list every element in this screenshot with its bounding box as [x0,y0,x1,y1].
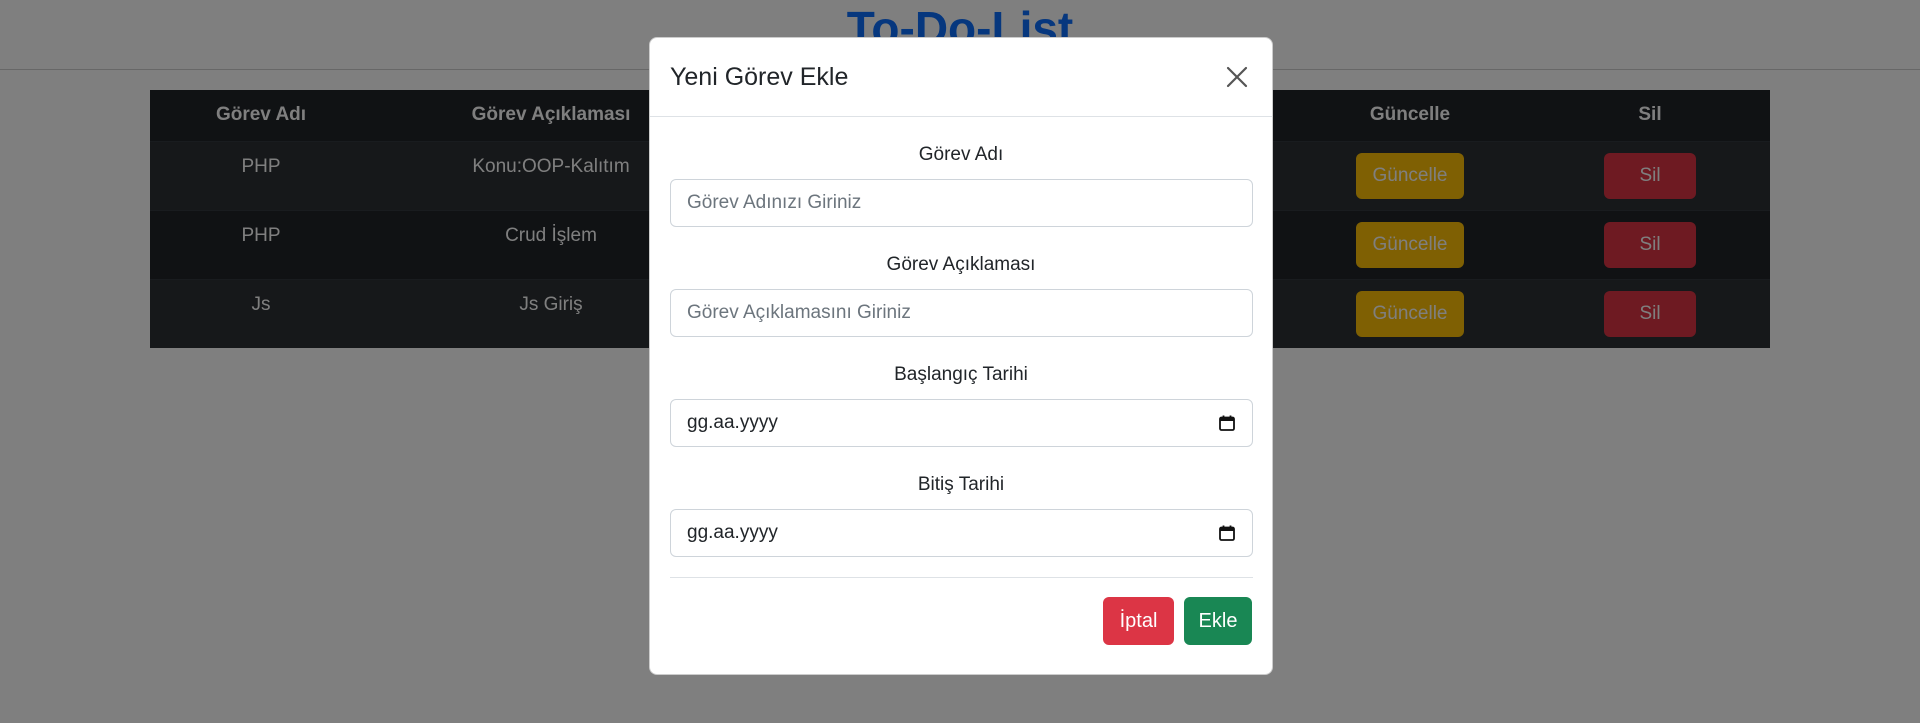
task-name-placeholder: Görev Adınızı Giriniz [687,192,862,213]
task-description-input[interactable]: Görev Açıklamasını Giriniz [670,289,1253,337]
task-name-group: Görev Adı Görev Adınızı Giriniz [670,144,1253,227]
add-button[interactable]: Ekle [1184,597,1252,645]
add-task-modal: Yeni Görev Ekle Görev Adı Görev Adınızı … [649,37,1273,675]
start-date-group: Başlangıç Tarihi gg.aa.yyyy [670,364,1253,447]
form-divider [670,577,1253,578]
calendar-icon[interactable] [1218,524,1236,542]
close-icon [1226,66,1248,88]
end-date-label: Bitiş Tarihi [917,474,1005,495]
start-date-input[interactable]: gg.aa.yyyy [670,399,1253,447]
cancel-button[interactable]: İptal [1103,597,1174,645]
task-description-placeholder: Görev Açıklamasını Giriniz [687,302,911,323]
end-date-group: Bitiş Tarihi gg.aa.yyyy [670,474,1253,557]
end-date-value: gg.aa.yyyy [687,522,778,543]
modal-footer: İptal Ekle [650,597,1272,645]
task-description-group: Görev Açıklaması Görev Açıklamasını Giri… [670,254,1253,337]
start-date-value: gg.aa.yyyy [687,412,778,433]
task-name-input[interactable]: Görev Adınızı Giriniz [670,179,1253,227]
start-date-label: Başlangıç Tarihi [894,364,1028,385]
calendar-icon[interactable] [1218,414,1236,432]
modal-title: Yeni Görev Ekle [670,62,849,91]
end-date-input[interactable]: gg.aa.yyyy [670,509,1253,557]
close-button[interactable] [1222,62,1252,92]
task-description-label: Görev Açıklaması [886,254,1036,275]
modal-body: Görev Adı Görev Adınızı Giriniz Görev Aç… [650,144,1272,578]
task-name-label: Görev Adı [918,144,1004,165]
modal-header: Yeni Görev Ekle [650,38,1272,117]
